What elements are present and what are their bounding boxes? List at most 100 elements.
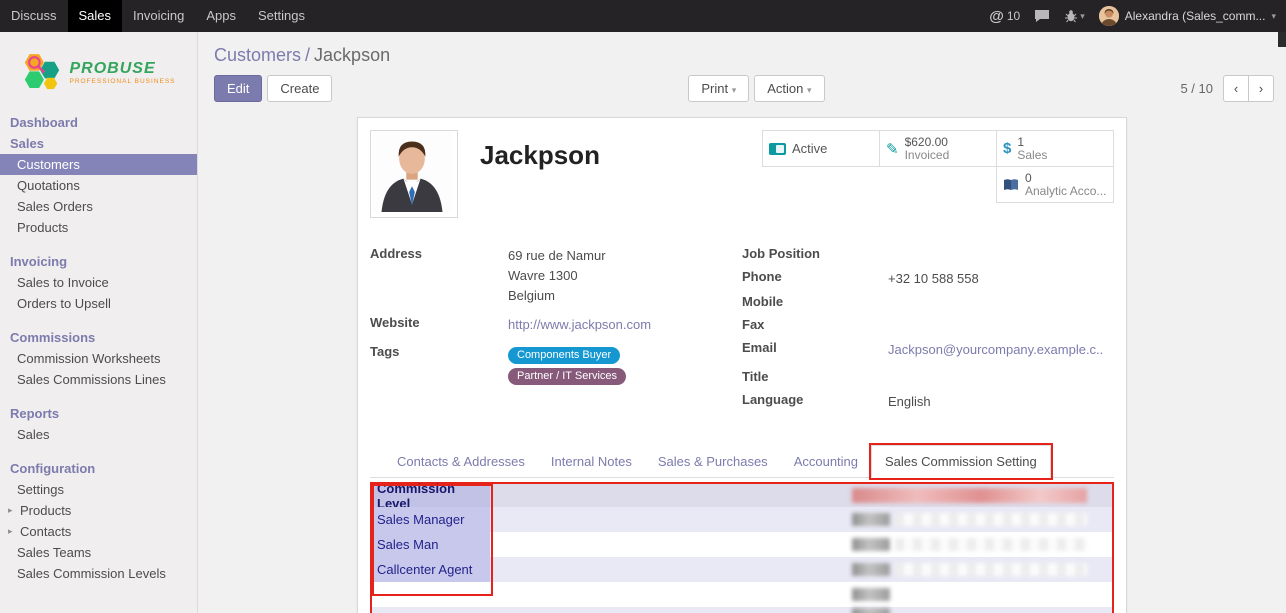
sidebar-item-sales-commissions-lines[interactable]: Sales Commissions Lines [0,369,197,390]
redacted-blur [852,538,890,551]
commission-level-cell[interactable]: Sales Man [372,532,490,557]
sidebar-heading-sales[interactable]: Sales [0,133,197,154]
sidebar-heading-commissions[interactable]: Commissions [0,327,197,348]
fax-label: Fax [742,317,888,335]
language-value[interactable]: English [888,392,1114,412]
column-header-commission-level[interactable]: Commission Level [372,484,490,507]
menu-settings[interactable]: Settings [247,0,316,32]
tab-internal-notes[interactable]: Internal Notes [538,446,645,477]
sidebar-item-config-contacts[interactable]: ▸ Contacts [0,521,197,542]
commission-table: Commission Level Sales Manager [370,482,1114,613]
redacted-blur [895,538,1087,551]
sidebar-item-settings[interactable]: Settings [0,479,197,500]
sidebar-heading-dashboard[interactable]: Dashboard [0,112,197,133]
content-area: Jackpson Active ✎ $620.00 Invoiced [198,103,1286,613]
user-menu[interactable]: Alexandra (Sales_comm... ▾ [1099,6,1276,26]
book-icon [1003,178,1019,192]
redacted-blur [852,588,890,601]
edit-button[interactable]: Edit [214,75,262,102]
redacted-blur [895,513,1087,526]
phone-label: Phone [742,269,888,289]
sidebar: PROBUSE PROFESSIONAL BUSINESS Dashboard … [0,32,198,613]
tag-partner-it-services[interactable]: Partner / IT Services [508,368,626,385]
sidebar-item-reports-sales[interactable]: Sales [0,424,197,445]
invoiced-stat-button[interactable]: ✎ $620.00 Invoiced [879,130,997,167]
table-row[interactable] [372,582,1112,607]
commission-level-cell[interactable]: Sales Manager [372,507,490,532]
action-dropdown[interactable]: Action ▾ [754,75,824,102]
tag-components-buyer[interactable]: Components Buyer [508,347,620,364]
tags-label: Tags [370,344,508,386]
sidebar-item-sales-commission-levels[interactable]: Sales Commission Levels [0,563,197,584]
language-label: Language [742,392,888,412]
email-label: Email [742,340,888,360]
expand-arrow-icon[interactable]: ▸ [8,523,16,540]
debug-menu-button[interactable]: ▾ [1064,9,1085,23]
tab-accounting[interactable]: Accounting [781,446,871,477]
fax-value[interactable] [888,317,1114,335]
pager-next-button[interactable]: › [1248,75,1274,102]
table-row[interactable] [372,607,1112,613]
mobile-value[interactable] [888,294,1114,312]
sidebar-item-sales-teams[interactable]: Sales Teams [0,542,197,563]
breadcrumb-customers-link[interactable]: Customers [214,45,301,65]
phone-value[interactable]: +32 10 588 558 [888,269,1114,289]
sidebar-item-products[interactable]: Products [0,217,197,238]
redacted-blur [852,513,890,526]
pencil-icon: ✎ [886,140,899,158]
table-row[interactable]: Sales Man [372,532,1112,557]
menu-discuss[interactable]: Discuss [0,0,68,32]
chevron-down-icon: ▾ [1080,11,1085,22]
sidebar-item-customers[interactable]: Customers [0,154,197,175]
tags-field[interactable]: Components Buyer Partner / IT Services [508,344,742,386]
sidebar-heading-reports[interactable]: Reports [0,403,197,424]
email-link[interactable]: Jackpson@yourcompany.example.c.. [888,342,1103,357]
table-row[interactable]: Sales Manager [372,507,1112,532]
breadcrumb-separator: / [305,45,310,65]
print-dropdown[interactable]: Print ▾ [688,75,749,102]
commission-level-cell[interactable]: Callcenter Agent [372,557,490,582]
sidebar-item-commission-worksheets[interactable]: Commission Worksheets [0,348,197,369]
sidebar-item-quotations[interactable]: Quotations [0,175,197,196]
expand-arrow-icon[interactable]: ▸ [8,502,16,519]
messaging-inbox-button[interactable]: @ 10 [989,8,1020,25]
chat-button[interactable] [1034,9,1050,23]
analytic-accounts-stat-button[interactable]: 0 Analytic Acco... [996,166,1114,203]
table-row[interactable]: Callcenter Agent [372,557,1112,582]
sales-count-value: 1 [1017,136,1047,149]
inbox-count: 10 [1007,9,1020,23]
job-position-label: Job Position [742,246,888,264]
redacted-blur [852,488,1087,503]
title-value[interactable] [888,369,1114,387]
redacted-cell [852,538,1087,551]
tab-sales-commission-setting[interactable]: Sales Commission Setting [871,445,1051,478]
vertical-scrollbar-thumb[interactable] [1278,32,1286,47]
sales-count-label: Sales [1017,149,1047,162]
tab-sales-purchases[interactable]: Sales & Purchases [645,446,781,477]
sidebar-heading-invoicing[interactable]: Invoicing [0,251,197,272]
stat-buttons: Active ✎ $620.00 Invoiced $ [758,130,1114,203]
sidebar-nav: Dashboard Sales Customers Quotations Sal… [0,108,197,584]
contact-photo[interactable] [370,130,458,218]
invoiced-label: Invoiced [905,149,950,162]
address-value[interactable]: 69 rue de Namur Wavre 1300 Belgium [508,246,742,306]
pager-previous-button[interactable]: ‹ [1223,75,1249,102]
bug-icon [1064,9,1078,23]
menu-sales[interactable]: Sales [68,0,123,32]
sidebar-item-sales-orders[interactable]: Sales Orders [0,196,197,217]
website-link[interactable]: http://www.jackpson.com [508,317,651,332]
mobile-label: Mobile [742,294,888,312]
create-button[interactable]: Create [267,75,332,102]
menu-invoicing[interactable]: Invoicing [122,0,195,32]
active-toggle-button[interactable]: Active [762,130,880,167]
job-position-value[interactable] [888,246,1114,264]
sidebar-item-config-products[interactable]: ▸ Products [0,500,197,521]
sidebar-item-orders-to-upsell[interactable]: Orders to Upsell [0,293,197,314]
sidebar-heading-configuration[interactable]: Configuration [0,458,197,479]
address-label: Address [370,246,508,306]
sidebar-item-sales-to-invoice[interactable]: Sales to Invoice [0,272,197,293]
app-logo[interactable]: PROBUSE PROFESSIONAL BUSINESS [0,32,197,108]
menu-apps[interactable]: Apps [195,0,247,32]
tab-contacts-addresses[interactable]: Contacts & Addresses [384,446,538,477]
sales-stat-button[interactable]: $ 1 Sales [996,130,1114,167]
